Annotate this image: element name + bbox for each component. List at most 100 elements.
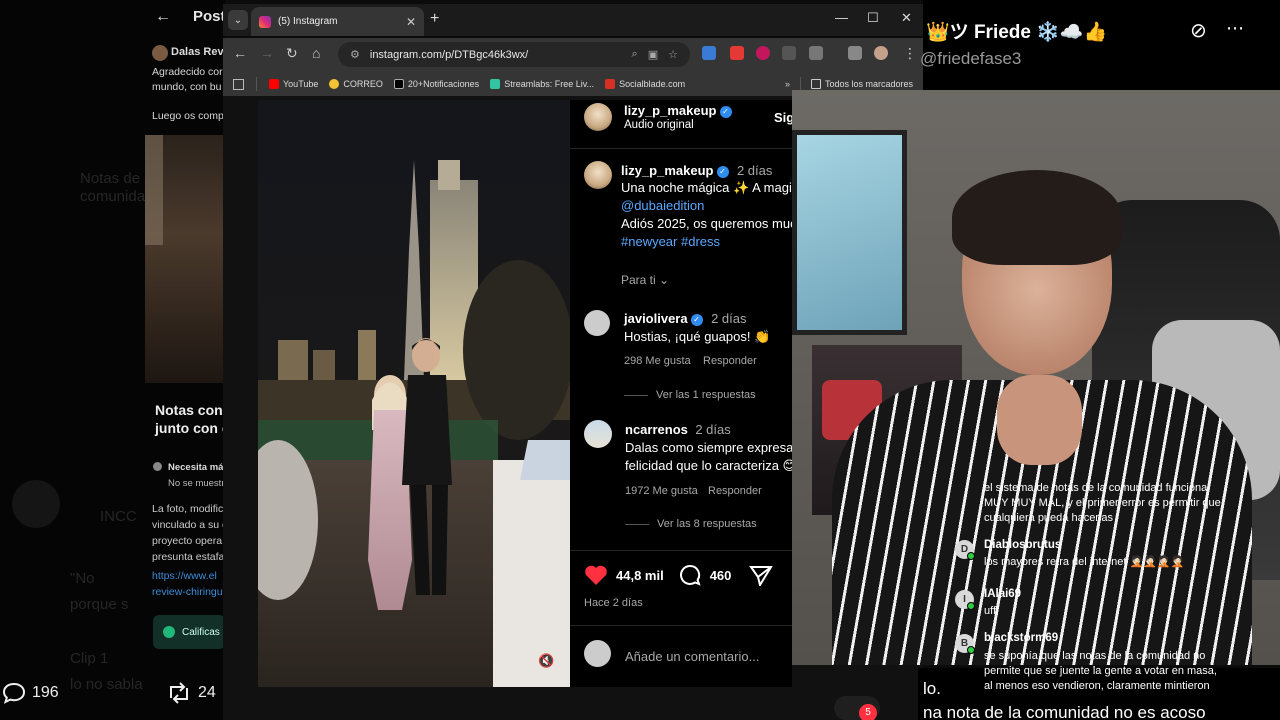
- rate-label: Calificas: [182, 626, 220, 638]
- reply-button[interactable]: Responder: [708, 485, 762, 497]
- mail-icon: [329, 79, 340, 89]
- maximize-icon[interactable]: ☐: [867, 10, 879, 26]
- profile-avatar[interactable]: [874, 46, 888, 60]
- bookmark-star-icon[interactable]: ☆: [668, 48, 678, 61]
- comment-icon[interactable]: [678, 564, 702, 586]
- bookmark-socialblade[interactable]: Socialblade.com: [605, 79, 685, 89]
- chat-badge-icon: [967, 646, 975, 654]
- reload-icon[interactable]: ↻: [286, 45, 298, 62]
- chat-message: permite que se juente la gente a votar e…: [984, 665, 1217, 677]
- forward-icon[interactable]: →: [260, 45, 274, 61]
- extension-icon[interactable]: [782, 46, 796, 60]
- comment-likes[interactable]: 298 Me gusta: [624, 355, 691, 367]
- for-you-dropdown[interactable]: Para ti ⌄: [621, 273, 669, 287]
- reposts-stat[interactable]: 24: [166, 682, 216, 704]
- view-replies-button[interactable]: Ver las 8 respuestas: [625, 518, 757, 530]
- comment-input[interactable]: Añade un comentario...: [625, 649, 759, 664]
- author-avatar[interactable]: [584, 103, 612, 131]
- note-link[interactable]: review-chiringu: [152, 586, 223, 598]
- commenter-avatar[interactable]: [584, 420, 612, 448]
- address-bar[interactable]: ⚙ instagram.com/p/DTBgc46k3wx/ ⌕ ▣ ☆: [338, 42, 690, 67]
- follow-button[interactable]: Sig: [774, 110, 792, 125]
- comment-text: Hostias, ¡qué guapos! 👏: [624, 329, 771, 344]
- community-notes-title: Notas con junto con c: [155, 402, 230, 436]
- close-tab-icon[interactable]: ✕: [406, 15, 416, 29]
- streamer-header: [923, 0, 1280, 90]
- header-username[interactable]: lizy_p_makeup ✓: [624, 103, 732, 118]
- comment-likes[interactable]: 1972 Me gusta: [625, 485, 698, 497]
- post-text-line: mundo, con bu: [152, 81, 222, 93]
- home-icon[interactable]: ⌂: [312, 45, 320, 61]
- status-icon[interactable]: ⊘: [1190, 18, 1207, 43]
- apps-icon[interactable]: [233, 78, 244, 90]
- extension-icon[interactable]: [702, 46, 716, 60]
- bookmark-correo[interactable]: CORREO: [329, 79, 383, 89]
- status-dot-icon: [153, 462, 162, 471]
- commenter-avatar[interactable]: [584, 310, 610, 336]
- stream-scene: Notas de la comunidad "No porque s Clip …: [0, 0, 1280, 720]
- author-avatar[interactable]: [152, 45, 168, 61]
- reel-video[interactable]: 🔇: [258, 100, 570, 687]
- url-text: instagram.com/p/DTBgc46k3wx/: [369, 48, 529, 61]
- minimize-icon[interactable]: —: [835, 10, 848, 25]
- caption-line: Adiós 2025, os queremos muc: [621, 216, 792, 231]
- install-icon[interactable]: ▣: [648, 48, 658, 61]
- caption-avatar[interactable]: [584, 161, 612, 189]
- bookmark-streamlabs[interactable]: Streamlabs: Free Liv...: [490, 79, 594, 89]
- rate-note-button[interactable]: Calificas: [153, 615, 225, 649]
- comments-count: 460: [709, 567, 732, 583]
- post-panel: lizy_p_makeup ✓ Audio original Sig lizy_p…: [570, 100, 792, 687]
- tab-title: (5) Instagram: [278, 16, 338, 27]
- replies-stat[interactable]: 196: [2, 682, 59, 704]
- commenter-username[interactable]: ncarrenos: [625, 422, 688, 437]
- view-replies-button[interactable]: Ver las 1 respuestas: [624, 389, 756, 401]
- divider: [570, 550, 792, 551]
- menu-icon[interactable]: ⋮: [903, 45, 917, 62]
- ghost-text: comunidad: [80, 188, 154, 205]
- close-window-icon[interactable]: ✕: [901, 10, 912, 26]
- likes-count[interactable]: 44,8 mil: [616, 568, 664, 583]
- new-tab-button[interactable]: +: [430, 10, 439, 28]
- chat-message: ufff: [984, 605, 999, 617]
- extension-icon[interactable]: [756, 46, 770, 60]
- all-bookmarks[interactable]: Todos los marcadores: [810, 79, 913, 89]
- back-arrow-icon[interactable]: ←: [155, 8, 171, 26]
- mute-icon[interactable]: 🔇: [538, 653, 554, 669]
- bookmark-x[interactable]: 20+Notificaciones: [393, 79, 479, 89]
- author-name[interactable]: Dalas Revi: [171, 46, 227, 58]
- note-text-line: vinculado a su c: [152, 519, 228, 531]
- streamer-handle: @friedefase3: [920, 49, 1022, 68]
- more-bookmarks-icon[interactable]: »: [785, 79, 790, 89]
- streamer-hand: [997, 375, 1082, 465]
- action-bar: 44,8 mil 460: [584, 564, 774, 586]
- note-link[interactable]: https://www.el: [152, 570, 217, 582]
- chat-username: IAlai69: [984, 588, 1022, 600]
- zoom-icon[interactable]: ⌕: [632, 48, 638, 61]
- extensions-puzzle-icon[interactable]: [809, 46, 823, 60]
- mention-link[interactable]: @dubaiedition: [621, 198, 704, 213]
- extension-icon[interactable]: [730, 46, 744, 60]
- streamer-name: 👑ツ Friede ❄️☁️👍: [926, 22, 1108, 43]
- bookmark-youtube[interactable]: YouTube: [269, 79, 318, 89]
- comment-header: javiolivera ✓ 2 días: [624, 310, 746, 328]
- comment-header: ncarrenos 2 días: [625, 421, 731, 439]
- note-text-line: La foto, modific: [152, 503, 224, 515]
- audio-label[interactable]: Audio original: [624, 119, 694, 131]
- share-icon[interactable]: [749, 564, 774, 586]
- site-info-icon[interactable]: ⚙: [350, 48, 360, 61]
- divider: [570, 625, 792, 626]
- chat-message: se suponía que las notas de la comunidad…: [984, 650, 1206, 662]
- streamlabs-icon: [490, 79, 501, 89]
- commenter-username[interactable]: javiolivera: [624, 311, 688, 326]
- reply-button[interactable]: Responder: [703, 355, 757, 367]
- chat-message: al menos eso vendieron, claramente minti…: [984, 680, 1210, 692]
- back-icon[interactable]: ←: [233, 45, 247, 61]
- heart-icon[interactable]: [584, 564, 608, 586]
- tab-search-button[interactable]: ⌄: [228, 10, 248, 30]
- more-options-icon[interactable]: ⋯: [1226, 18, 1244, 39]
- reading-list-icon[interactable]: [848, 46, 862, 60]
- caption-username[interactable]: lizy_p_makeup: [621, 163, 714, 178]
- tab-instagram[interactable]: (5) Instagram ✕: [251, 7, 424, 36]
- x-icon: [393, 79, 404, 89]
- hashtags-link[interactable]: #newyear #dress: [621, 234, 720, 249]
